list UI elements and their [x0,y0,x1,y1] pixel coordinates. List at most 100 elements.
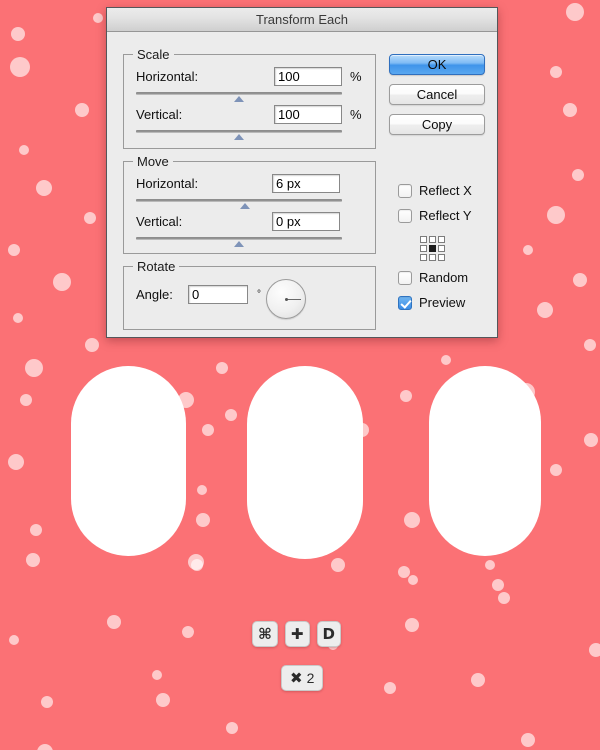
cancel-button[interactable]: Cancel [389,84,485,105]
rotate-group: Rotate Angle: 0 ° [123,259,376,330]
background-dot [41,696,53,708]
background-dot [11,27,25,41]
scale-vertical-row: Vertical: 100 % [136,105,364,124]
scale-horizontal-input[interactable]: 100 [274,67,342,86]
move-horizontal-slider[interactable] [136,199,342,211]
background-dot [25,359,43,377]
dialog-titlebar[interactable]: Transform Each [107,8,497,32]
scale-horizontal-row: Horizontal: 100 % [136,67,364,86]
background-dot [550,66,562,78]
background-dot [19,145,29,155]
slider-thumb[interactable] [234,96,244,102]
background-dot [537,302,553,318]
move-horizontal-label: Horizontal: [136,176,199,191]
shortcut-keys-row: ⌘ ✚ D [252,621,341,647]
move-horizontal-input[interactable]: 6 px [272,174,340,193]
screen: Transform Each Scale Horizontal: 100 % V… [0,0,600,750]
reflect-y-label: Reflect Y [419,208,472,223]
reference-point-cell[interactable] [438,254,445,261]
background-dot [563,103,577,117]
background-dot [216,362,228,374]
background-dot [84,212,96,224]
move-vertical-slider[interactable] [136,237,342,249]
reflect-x-checkbox-box[interactable] [398,183,412,198]
scale-group: Scale Horizontal: 100 % Vertical: 100 % [123,47,376,149]
rounded-rect-shape[interactable] [71,366,186,556]
slider-thumb[interactable] [234,134,244,140]
background-dot [492,579,504,591]
background-dot [584,433,598,447]
reflect-x-label: Reflect X [419,183,472,198]
move-vertical-row: Vertical: 0 px [136,212,364,231]
background-dot [9,635,19,645]
dialog-title: Transform Each [256,12,348,27]
background-dot [85,338,99,352]
scale-horizontal-slider[interactable] [136,92,342,104]
scale-horizontal-label: Horizontal: [136,69,199,84]
rounded-rect-shape[interactable] [247,366,363,559]
preview-checkbox-box[interactable] [398,295,412,310]
d-key: D [316,621,341,647]
background-dot [523,245,533,255]
background-dot [13,313,23,323]
preview-checkbox[interactable]: Preview [398,295,465,310]
reflect-x-checkbox[interactable]: Reflect X [398,183,472,198]
rotate-group-legend: Rotate [133,259,180,274]
ok-button[interactable]: OK [389,54,485,75]
reflect-y-checkbox[interactable]: Reflect Y [398,208,472,223]
scale-vertical-slider[interactable] [136,130,342,142]
move-vertical-input[interactable]: 0 px [272,212,340,231]
background-dot [547,206,565,224]
background-dot [197,485,207,495]
slider-track [136,199,342,202]
background-dot [405,618,419,632]
slider-thumb[interactable] [240,203,251,209]
random-checkbox-box[interactable] [398,270,412,285]
scale-vertical-input[interactable]: 100 [274,105,342,124]
dialog-body: Scale Horizontal: 100 % Vertical: 100 % [107,32,497,336]
background-dot [93,13,103,23]
reference-point-cell[interactable] [429,254,436,261]
repeat-times-badge: ✖ 2 [281,665,324,691]
background-dot [400,390,412,402]
plus-key-glyph: ✚ [290,624,304,643]
background-dot [10,57,30,77]
copy-button[interactable]: Copy [389,114,485,135]
degree-symbol: ° [257,289,261,300]
angle-dial[interactable] [266,279,306,319]
rotate-angle-row: Angle: 0 ° [136,285,364,304]
background-dot [152,670,162,680]
background-dot [191,559,203,571]
background-dot [566,3,584,21]
slider-track [136,130,342,133]
reference-point-selector[interactable] [420,236,445,261]
background-dot [584,339,596,351]
preview-label: Preview [419,295,466,310]
background-dot [404,512,420,528]
slider-track [136,237,342,240]
background-dot [331,558,345,572]
random-checkbox[interactable]: Random [398,270,468,285]
reference-point-cell[interactable] [429,236,436,243]
rounded-rect-shape[interactable] [429,366,541,556]
slider-thumb[interactable] [234,241,244,247]
reflect-y-checkbox-box[interactable] [398,208,412,223]
reference-point-cell[interactable] [438,245,445,252]
repeat-count-label: 2 [306,670,315,686]
scale-vertical-label: Vertical: [136,107,183,122]
background-dot [521,733,535,747]
background-dot [107,615,121,629]
background-dot [37,744,53,750]
background-dot [20,394,32,406]
reference-point-cell[interactable] [420,254,427,261]
reference-point-cell[interactable] [420,236,427,243]
rotate-angle-input[interactable]: 0 [188,285,248,304]
reference-point-cell[interactable] [420,245,427,252]
background-dot [485,560,495,570]
reference-point-cell[interactable] [429,245,436,252]
background-dot [408,575,418,585]
d-key-glyph: D [322,624,335,643]
repeat-count-row: ✖ 2 [281,665,324,691]
reference-point-cell[interactable] [438,236,445,243]
move-group: Move Horizontal: 6 px Vertical: 0 px [123,154,376,254]
